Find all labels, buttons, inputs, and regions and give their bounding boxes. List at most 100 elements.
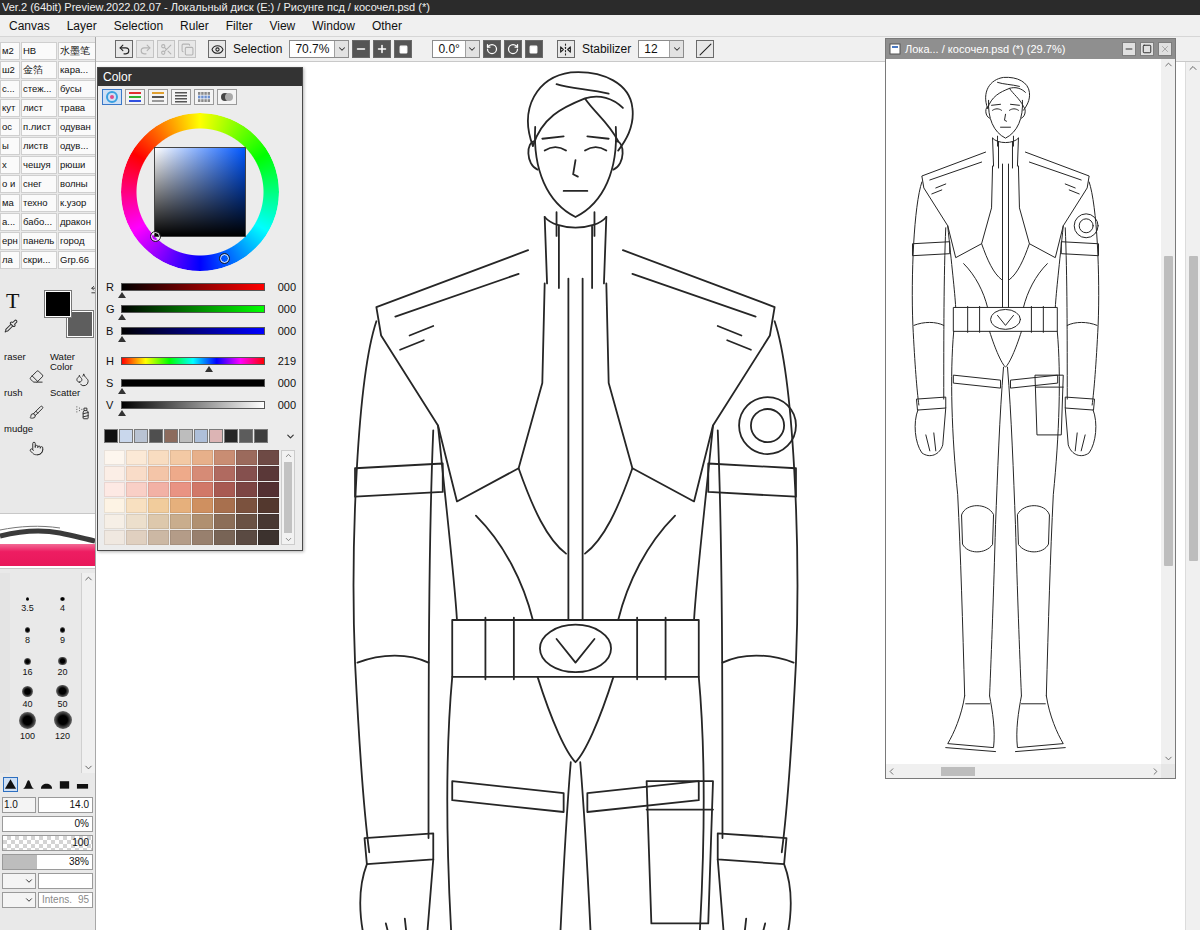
scroll-up-icon[interactable]	[83, 573, 94, 584]
palette-cell[interactable]	[148, 514, 169, 529]
brush-texture-cell[interactable]: а...	[0, 213, 20, 231]
palette-scrollbar[interactable]	[281, 450, 295, 545]
palette-cell[interactable]	[192, 466, 213, 481]
texture-select[interactable]	[2, 892, 36, 908]
saturation-value-square[interactable]	[154, 147, 246, 237]
slider-marker[interactable]	[205, 366, 213, 372]
brush-texture-cell[interactable]: кут	[0, 99, 20, 117]
brush-shape-button[interactable]	[57, 777, 72, 792]
palette-cell[interactable]	[236, 450, 257, 465]
color-slider[interactable]	[121, 327, 265, 335]
color-swatch[interactable]	[254, 429, 268, 443]
palette-cell[interactable]	[104, 498, 125, 513]
color-swatch[interactable]	[149, 429, 163, 443]
color-slider[interactable]	[121, 379, 265, 387]
brush-texture-cell[interactable]: снег	[21, 175, 57, 193]
brush-texture-cell[interactable]: город	[58, 232, 96, 250]
menu-item[interactable]: Canvas	[0, 19, 58, 33]
palette-cell[interactable]	[104, 530, 125, 545]
brush-texture-cell[interactable]: одуван	[58, 118, 96, 136]
scroll-up-icon[interactable]	[1163, 59, 1174, 70]
slider-marker[interactable]	[118, 314, 126, 320]
undo-button[interactable]	[115, 40, 133, 58]
navigator-vscrollbar[interactable]	[1161, 59, 1175, 764]
brush-size-item[interactable]: 16	[10, 645, 45, 677]
brush-texture-cell[interactable]: лист	[21, 99, 57, 117]
color-swatch[interactable]	[209, 429, 223, 443]
palette-cell[interactable]	[126, 514, 147, 529]
palette-cell[interactable]	[192, 530, 213, 545]
palette-cell[interactable]	[258, 466, 279, 481]
brush-texture-cell[interactable]: с...	[0, 80, 20, 98]
slider-marker[interactable]	[118, 292, 126, 298]
brush-texture-cell[interactable]: скри...	[21, 251, 57, 269]
color-mode-tab[interactable]	[125, 89, 145, 105]
palette-cell[interactable]	[258, 450, 279, 465]
tool-button[interactable]: mudge	[2, 423, 46, 457]
tool-button[interactable]: Scatter	[48, 387, 92, 421]
brush-texture-cell[interactable]: 金箔	[21, 61, 57, 79]
brush-texture-cell[interactable]: Grp.66	[58, 251, 96, 269]
palette-cell[interactable]	[192, 514, 213, 529]
color-slider[interactable]	[121, 357, 265, 365]
rotation-reset-button[interactable]	[525, 40, 543, 58]
color-swatch[interactable]	[224, 429, 238, 443]
color-swatch[interactable]	[134, 429, 148, 443]
brush-texture-cell[interactable]: ерн	[0, 232, 20, 250]
palette-cell[interactable]	[148, 466, 169, 481]
zoom-in-button[interactable]	[373, 40, 391, 58]
scroll-left-icon[interactable]	[886, 766, 897, 777]
brush-size-item[interactable]: 8	[10, 613, 45, 645]
zoom-reset-button[interactable]	[394, 40, 412, 58]
blending-field[interactable]	[38, 873, 93, 889]
slider-marker[interactable]	[118, 410, 126, 416]
color-mode-tab[interactable]	[217, 89, 237, 105]
menu-item[interactable]: Layer	[58, 19, 105, 33]
rotate-left-button[interactable]	[483, 40, 501, 58]
palette-cell[interactable]	[126, 482, 147, 497]
brush-texture-cell[interactable]: м2	[0, 42, 20, 60]
menu-item[interactable]: Selection	[105, 19, 171, 33]
eyedropper-icon[interactable]	[4, 319, 18, 333]
brush-size-item[interactable]: 120	[45, 709, 80, 741]
minimize-button[interactable]	[1122, 42, 1136, 56]
slider-marker[interactable]	[118, 336, 126, 342]
brush-texture-cell[interactable]: о и	[0, 175, 20, 193]
palette-cell[interactable]	[258, 530, 279, 545]
color-swatch[interactable]	[119, 429, 133, 443]
palette-cell[interactable]	[170, 498, 191, 513]
color-wheel[interactable]	[121, 113, 279, 271]
palette-cell[interactable]	[192, 482, 213, 497]
brush-texture-cell[interactable]: бабо...	[21, 213, 57, 231]
scroll-down-icon[interactable]	[83, 762, 94, 773]
color-swatch[interactable]	[194, 429, 208, 443]
palette-cell[interactable]	[214, 530, 235, 545]
brush-texture-cell[interactable]: панель	[21, 232, 57, 250]
palette-cell[interactable]	[214, 498, 235, 513]
brush-size-item[interactable]: 9	[45, 613, 80, 645]
pressure-button[interactable]	[696, 40, 714, 58]
brush-texture-cell[interactable]: ос	[0, 118, 20, 136]
navigator-hscrollbar[interactable]	[886, 764, 1175, 778]
zoom-dropdown[interactable]: 70.7%	[289, 40, 349, 58]
brush-texture-cell[interactable]: одув...	[58, 137, 96, 155]
scroll-thumb[interactable]	[284, 462, 292, 533]
brush-size-item[interactable]: 20	[45, 645, 80, 677]
brush-texture-cell[interactable]: кара...	[58, 61, 96, 79]
rotate-right-button[interactable]	[504, 40, 522, 58]
brush-shape-button[interactable]	[21, 777, 36, 792]
palette-cell[interactable]	[170, 466, 191, 481]
selection-visibility-button[interactable]	[208, 40, 226, 58]
palette-cell[interactable]	[258, 498, 279, 513]
palette-cell[interactable]	[126, 466, 147, 481]
scroll-right-icon[interactable]	[1150, 766, 1161, 777]
navigator-view[interactable]	[886, 59, 1161, 764]
palette-cell[interactable]	[192, 498, 213, 513]
palette-cell[interactable]	[148, 482, 169, 497]
brush-texture-cell[interactable]: х	[0, 156, 20, 174]
palette-cell[interactable]	[126, 498, 147, 513]
brush-texture-cell[interactable]: дракон	[58, 213, 96, 231]
color-swatch[interactable]	[179, 429, 193, 443]
menu-item[interactable]: View	[260, 19, 303, 33]
palette-cell[interactable]	[214, 450, 235, 465]
